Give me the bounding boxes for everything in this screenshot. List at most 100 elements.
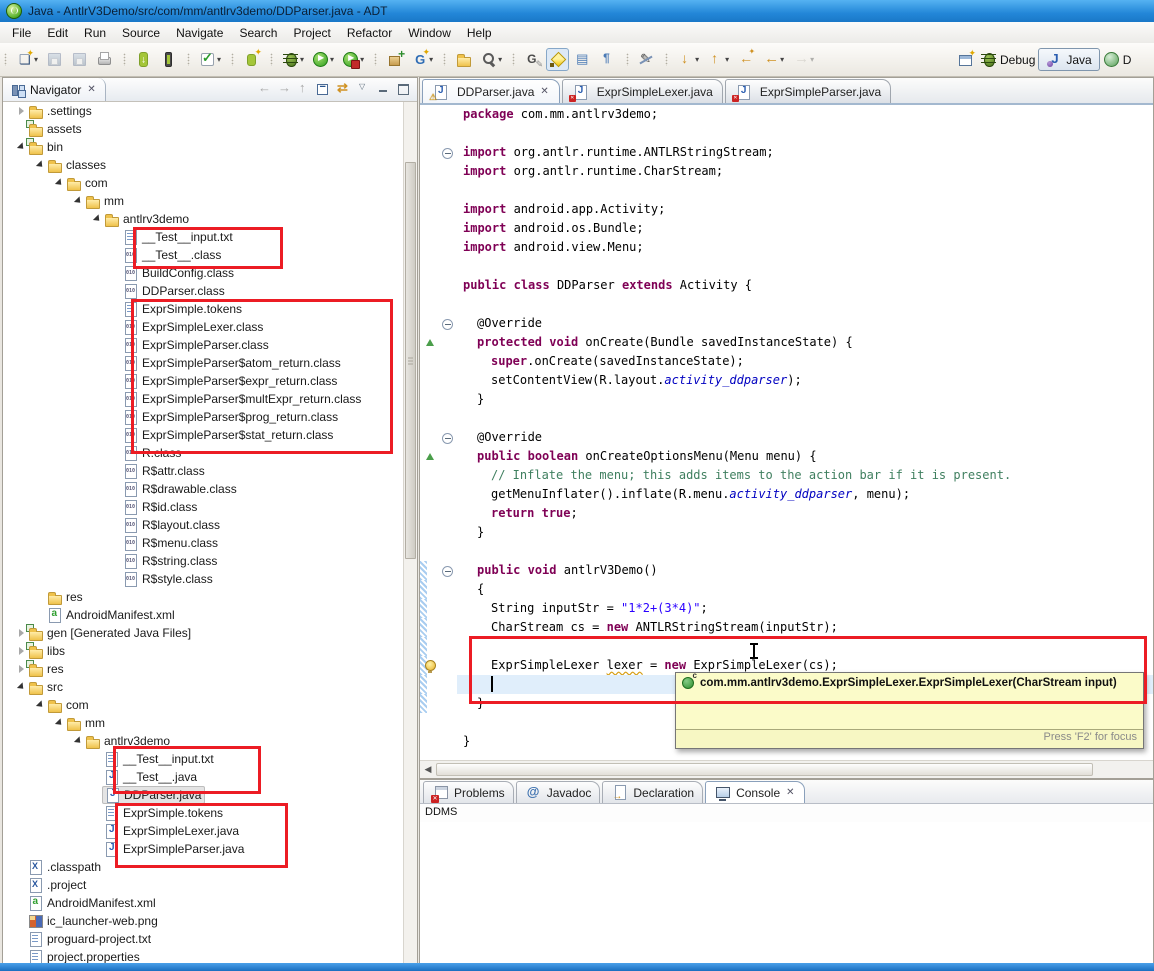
- run-button[interactable]: ▾: [309, 48, 337, 71]
- tree-item[interactable]: src: [3, 678, 404, 696]
- dropdown-arrow-icon[interactable]: ▾: [810, 55, 814, 64]
- tree-item[interactable]: res: [3, 588, 404, 606]
- collapse-all-button[interactable]: [315, 80, 334, 99]
- tree-item[interactable]: R$layout.class: [3, 516, 404, 534]
- expand-arrow-icon[interactable]: [15, 107, 27, 115]
- close-icon[interactable]: ✕: [785, 787, 795, 798]
- tree-item[interactable]: ExprSimpleLexer.java: [3, 822, 404, 840]
- collapse-region-icon[interactable]: [442, 433, 453, 444]
- code-line[interactable]: [420, 542, 1153, 561]
- tree-item[interactable]: DDParser.class: [3, 282, 404, 300]
- tree-item[interactable]: ExprSimpleLexer.class: [3, 318, 404, 336]
- previous-annotation-button[interactable]: ▾: [704, 48, 732, 71]
- maximize-view-button[interactable]: [395, 80, 414, 99]
- code-line[interactable]: }: [420, 390, 1153, 409]
- code-line[interactable]: import android.os.Bundle;: [420, 219, 1153, 238]
- editor-tab-ddparser-java[interactable]: DDParser.java ✕: [422, 79, 560, 103]
- new-android-project-button[interactable]: [240, 47, 263, 71]
- editor-horizontal-scrollbar[interactable]: ◀: [420, 760, 1153, 778]
- print-button[interactable]: [93, 48, 116, 71]
- expand-arrow-icon[interactable]: [91, 214, 103, 224]
- dropdown-arrow-icon[interactable]: ▾: [725, 55, 729, 64]
- tree-item[interactable]: __Test__.java: [3, 768, 404, 786]
- debug-button[interactable]: ▾: [279, 48, 307, 71]
- tab-problems[interactable]: Problems: [423, 781, 514, 803]
- menu-navigate[interactable]: Navigate: [168, 24, 231, 42]
- dropdown-arrow-icon[interactable]: ▾: [780, 55, 784, 64]
- nav-back-button[interactable]: [255, 80, 274, 99]
- collapse-region-icon[interactable]: [442, 148, 453, 159]
- perspective-java[interactable]: Java: [1038, 48, 1100, 71]
- editor-tab-exprsimpleparser-java[interactable]: ExprSimpleParser.java: [724, 79, 892, 103]
- tree-item[interactable]: .classpath: [3, 858, 404, 876]
- tree-item[interactable]: ExprSimpleParser$prog_return.class: [3, 408, 404, 426]
- code-line[interactable]: [420, 181, 1153, 200]
- view-menu-button[interactable]: [355, 80, 374, 99]
- forward-button[interactable]: ▾: [789, 48, 817, 71]
- link-with-editor-button[interactable]: [335, 80, 354, 99]
- tree-item[interactable]: ExprSimple.tokens: [3, 300, 404, 318]
- last-edit-location-button[interactable]: [734, 47, 757, 71]
- collapse-region-icon[interactable]: [442, 566, 453, 577]
- scroll-left-arrow-icon[interactable]: ◀: [420, 764, 436, 775]
- code-line[interactable]: // Inflate the menu; this adds items to …: [420, 466, 1153, 485]
- tree-item[interactable]: ExprSimpleParser$expr_return.class: [3, 372, 404, 390]
- nav-forward-button[interactable]: [275, 80, 294, 99]
- tree-item[interactable]: .settings: [3, 102, 404, 120]
- dropdown-arrow-icon[interactable]: ▾: [360, 55, 364, 64]
- code-line[interactable]: [420, 257, 1153, 276]
- menu-edit[interactable]: Edit: [39, 24, 76, 42]
- tab-console[interactable]: Console ✕: [705, 781, 805, 803]
- dropdown-arrow-icon[interactable]: ▾: [217, 55, 221, 64]
- code-line[interactable]: public void antlrV3Demo(): [420, 561, 1153, 580]
- tab-navigator[interactable]: Navigator ✕: [3, 78, 106, 101]
- tree-item[interactable]: com: [3, 174, 404, 192]
- code-line[interactable]: [420, 124, 1153, 143]
- minimize-view-button[interactable]: [375, 80, 394, 99]
- code-line[interactable]: getMenuInflater().inflate(R.menu.activit…: [420, 485, 1153, 504]
- expand-arrow-icon[interactable]: [53, 178, 65, 188]
- menu-help[interactable]: Help: [459, 24, 500, 42]
- code-line[interactable]: [420, 295, 1153, 314]
- tree-item[interactable]: ExprSimpleParser$stat_return.class: [3, 426, 404, 444]
- tree-item[interactable]: mm: [3, 192, 404, 210]
- tree-item[interactable]: gen [Generated Java Files]: [3, 624, 404, 642]
- code-line[interactable]: return true;: [420, 504, 1153, 523]
- code-line[interactable]: setContentView(R.layout.activity_ddparse…: [420, 371, 1153, 390]
- search-button[interactable]: ▾: [477, 48, 505, 71]
- code-editor[interactable]: package com.mm.antlrv3demo; import org.an…: [420, 105, 1153, 760]
- code-line[interactable]: import org.antlr.runtime.CharStream;: [420, 162, 1153, 181]
- back-button[interactable]: ▾: [759, 48, 787, 71]
- tree-item[interactable]: DDParser.java: [3, 786, 404, 804]
- tree-item[interactable]: ExprSimpleParser$multExpr_return.class: [3, 390, 404, 408]
- open-resource-button[interactable]: [452, 48, 475, 71]
- trace-button[interactable]: ▾: [408, 47, 436, 71]
- show-whitespace-button[interactable]: [596, 48, 619, 71]
- expand-arrow-icon[interactable]: [53, 718, 65, 728]
- editor-tab-exprsimplelexer-java[interactable]: ExprSimpleLexer.java: [561, 79, 723, 103]
- code-line[interactable]: public boolean onCreateOptionsMenu(Menu …: [420, 447, 1153, 466]
- code-line[interactable]: String inputStr = "1*2+(3*4)";: [420, 599, 1153, 618]
- new-package-button[interactable]: [383, 47, 406, 71]
- tree-item[interactable]: proguard-project.txt: [3, 930, 404, 948]
- tree-item[interactable]: ExprSimpleParser.class: [3, 336, 404, 354]
- open-perspective-button[interactable]: [954, 48, 977, 70]
- code-line[interactable]: super.onCreate(savedInstanceState);: [420, 352, 1153, 371]
- new-wizard-button[interactable]: ▾: [13, 48, 41, 71]
- tree-item[interactable]: .project: [3, 876, 404, 894]
- code-line[interactable]: import org.antlr.runtime.ANTLRStringStre…: [420, 143, 1153, 162]
- code-line[interactable]: public class DDParser extends Activity {: [420, 276, 1153, 295]
- expand-arrow-icon[interactable]: [72, 196, 84, 206]
- code-line[interactable]: @Override: [420, 314, 1153, 333]
- expand-arrow-icon[interactable]: [15, 682, 27, 692]
- dropdown-arrow-icon[interactable]: ▾: [695, 55, 699, 64]
- console-output[interactable]: [420, 822, 1153, 964]
- dropdown-arrow-icon[interactable]: ▾: [34, 55, 38, 64]
- tree-item[interactable]: ic_launcher-web.png: [3, 912, 404, 930]
- perspective-ddms[interactable]: D: [1100, 49, 1135, 70]
- tree-item[interactable]: R$id.class: [3, 498, 404, 516]
- expand-arrow-icon[interactable]: [72, 736, 84, 746]
- code-line[interactable]: @Override: [420, 428, 1153, 447]
- tree-item[interactable]: com: [3, 696, 404, 714]
- tree-item[interactable]: AndroidManifest.xml: [3, 606, 404, 624]
